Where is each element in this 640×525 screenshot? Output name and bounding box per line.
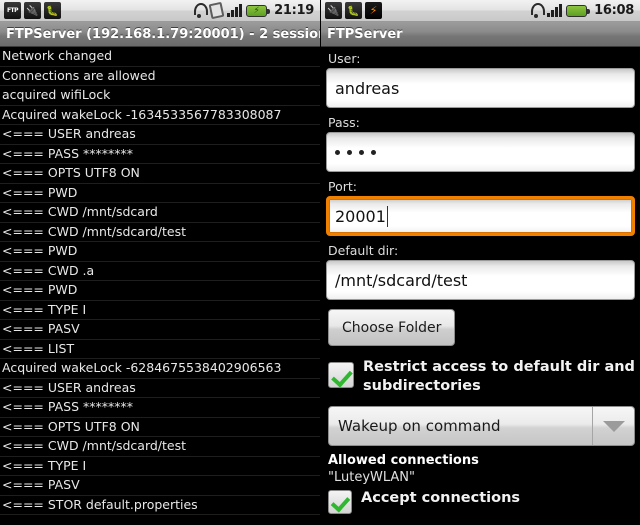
accept-connections-checkbox-row[interactable]: Accept connections [328,489,635,514]
battery-icon [566,4,591,17]
log-row[interactable]: <=== STOR default.properties [0,496,320,515]
log-row[interactable]: <=== CWD .a [0,262,320,281]
password-dot [347,149,352,155]
chevron-down-icon[interactable] [592,407,634,445]
log-row[interactable]: <=== LIST [0,340,320,359]
pass-label: Pass: [328,115,360,130]
password-input[interactable] [326,132,635,172]
log-row[interactable]: <=== CWD /mnt/sdcard/test [0,437,320,457]
signal-bars-icon [547,4,563,17]
left-status-indicators: ⚡ 21:19 [192,1,316,20]
default-dir-value: /mnt/sdcard/test [335,270,468,290]
log-row[interactable]: <=== USER andreas [0,125,320,145]
port-input[interactable]: 20001 [326,196,635,236]
password-dot [359,149,364,155]
left-title-bar: FTPServer (192.168.1.79:20001) - 2 sessi… [0,22,320,47]
right-page-title: FTPServer [327,26,403,42]
bolt-icon [365,2,382,19]
user-input-value: andreas [335,78,400,98]
log-row[interactable]: <=== CWD /mnt/sdcard [0,203,320,223]
left-phone-screen: FTP ⚡ 21:19 FTPServer (192.168.1.79:2000… [0,0,320,525]
wakeup-mode-value: Wakeup on command [338,417,501,435]
port-label: Port: [328,179,357,194]
wakeup-mode-spinner[interactable]: Wakeup on command [328,406,635,446]
wifi-icon [529,2,546,19]
log-row[interactable]: <=== OPTS UTF8 ON [0,418,320,437]
log-row[interactable]: Acquired wakeLock -1634533567783308087 [0,106,320,125]
log-row[interactable]: <=== OPTS UTF8 ON [0,164,320,184]
log-row[interactable]: <=== PWD [0,242,320,262]
log-row[interactable]: acquired wifiLock [0,86,320,106]
log-row[interactable]: <=== USER andreas [0,379,320,398]
accept-connections-label: Accept connections [361,490,521,506]
port-input-value: 20001 [335,206,386,226]
log-row[interactable]: <=== PASS ******** [0,398,320,418]
right-clock: 16:08 [594,3,634,18]
allowed-connections-value: "LuteyWLAN" [328,470,416,485]
left-status-icons: FTP [4,2,61,19]
dual-screenshot-container: FTP ⚡ 21:19 FTPServer (192.168.1.79:2000… [0,0,640,525]
right-status-icons [325,2,382,19]
password-masked-value [335,149,376,155]
log-row[interactable]: <=== PASV [0,476,320,496]
user-label: User: [328,51,361,66]
restrict-access-checkbox-row[interactable]: Restrict access to default dir and subdi… [328,358,635,396]
password-dot [335,149,340,155]
wifi-icon [192,2,209,19]
log-row[interactable]: <=== CWD /mnt/sdcard/test [0,223,320,242]
log-row[interactable]: <=== PASS ******** [0,145,320,164]
ftp-icon: FTP [4,2,21,19]
android-bug-icon [345,2,362,19]
log-row[interactable]: <=== TYPE I [0,457,320,476]
signal-bars-icon [227,4,243,17]
default-dir-input[interactable]: /mnt/sdcard/test [326,260,635,300]
default-dir-label: Default dir: [328,243,399,258]
left-status-bar: FTP ⚡ 21:19 [0,0,320,22]
user-input[interactable]: andreas [326,68,635,108]
right-phone-screen: 16:08 FTPServer User: andreas Pass: Port… [320,0,640,525]
left-clock: 21:19 [274,3,314,18]
vibrate-icon [208,1,225,20]
left-page-title: FTPServer (192.168.1.79:20001) - 2 sessi… [6,26,320,42]
log-row[interactable]: Connections are allowed [0,67,320,86]
allowed-connections-title: Allowed connections [328,453,479,468]
password-dot [371,149,376,155]
server-settings-form: User: andreas Pass: Port: 20001 Default … [321,47,640,525]
right-title-bar: FTPServer [321,22,640,47]
right-status-bar: 16:08 [321,0,640,22]
restrict-access-label: Restrict access to default dir and subdi… [363,359,635,394]
log-row[interactable]: Network changed [0,47,320,67]
text-caret [386,205,389,227]
checkmark-icon[interactable] [328,490,352,514]
battery-charging-icon: ⚡ [246,4,271,17]
log-row[interactable]: <=== PASV [0,320,320,340]
log-row[interactable]: <=== PWD [0,281,320,301]
checkmark-icon[interactable] [328,362,354,388]
choose-folder-button[interactable]: Choose Folder [328,309,456,346]
log-list[interactable]: Network changed Connections are allowed ac… [0,47,320,525]
log-row[interactable]: Acquired wakeLock -6284675538402906563 [0,359,320,379]
battery-bolt-glyph: ⚡ [253,5,260,16]
log-row[interactable]: <=== TYPE I [0,301,320,320]
usb-icon [24,2,41,19]
right-status-indicators: 16:08 [529,2,636,19]
usb-icon [325,2,342,19]
android-bug-icon [44,2,61,19]
log-row[interactable]: <=== PWD [0,184,320,203]
